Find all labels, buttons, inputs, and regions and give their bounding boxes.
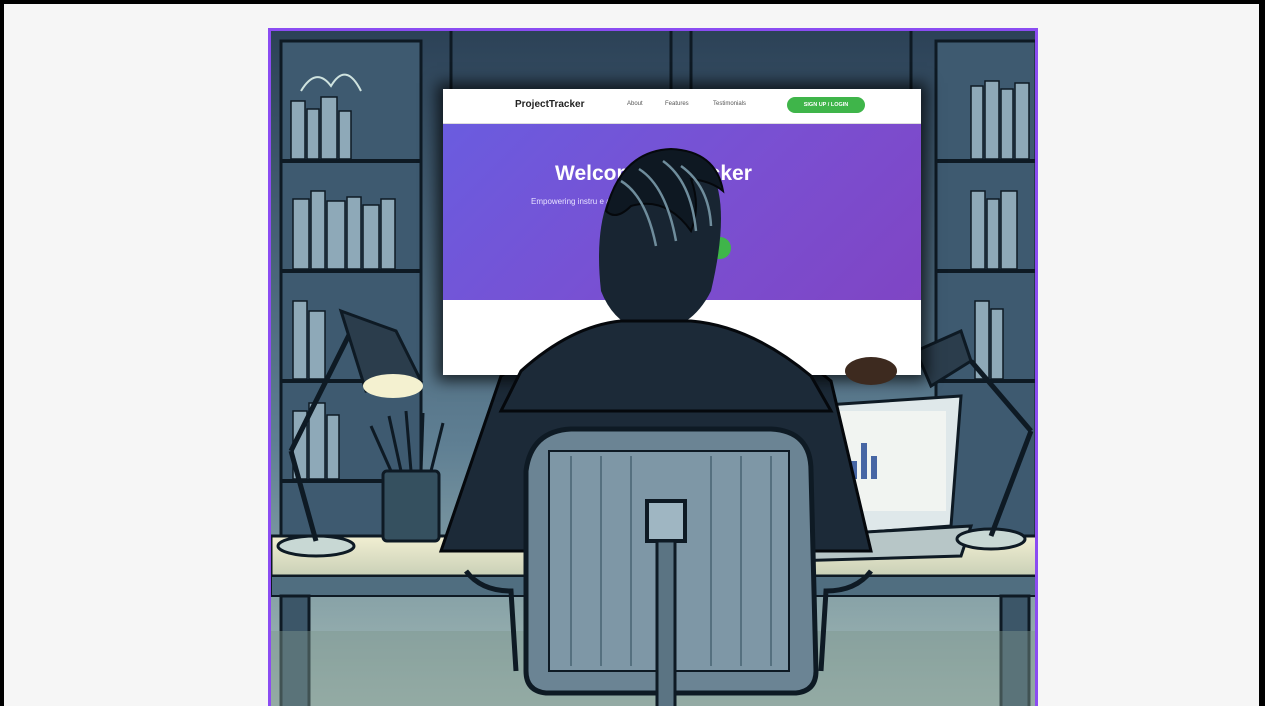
office-chair <box>464 426 873 706</box>
signup-login-button[interactable]: SIGN UP / LOGIN <box>787 97 865 113</box>
slide: ProjectTracker About Features Testimonia… <box>4 4 1259 706</box>
brand-logo[interactable]: ProjectTracker <box>515 99 585 110</box>
section-title: eam <box>705 326 732 341</box>
monitor-screen: ProjectTracker About Features Testimonia… <box>443 89 921 375</box>
nav-link-testimonials[interactable]: Testimonials <box>713 101 746 107</box>
hero-title: Welcom jectTracker <box>555 162 752 185</box>
hero-cta-button[interactable]: S <box>701 237 731 259</box>
hero-subtitle: Empowering instru e and monitor student … <box>531 197 712 218</box>
website-navbar: ProjectTracker About Features Testimonia… <box>443 89 921 124</box>
illustration-frame: ProjectTracker About Features Testimonia… <box>268 28 1038 706</box>
nav-link-about[interactable]: About <box>627 101 643 107</box>
nav-link-features[interactable]: Features <box>665 101 689 107</box>
hero-section: Welcom jectTracker Empowering instru e a… <box>443 124 921 300</box>
